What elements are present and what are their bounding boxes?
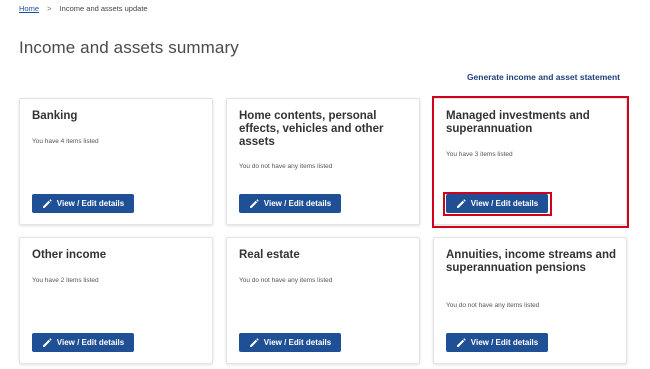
card-annuities: Annuities, income streams and superannua… [433,237,627,364]
card-title: Managed investments and superannuation [446,110,590,135]
button-label: View / Edit details [56,199,125,208]
card-status: You have 3 items listed [446,151,513,158]
generate-statement-link[interactable]: Generate income and asset statement [467,72,620,82]
view-edit-banking-button[interactable]: View / Edit details [32,194,134,213]
button-label: View / Edit details [56,338,125,347]
card-home-contents: Home contents, personal effects, vehicle… [226,98,420,225]
pencil-icon [42,198,52,208]
breadcrumb: Home > Income and assets update [19,4,148,13]
card-status: You do not have any items listed [446,302,540,309]
card-status: You do not have any items listed [239,163,333,170]
button-label: View / Edit details [470,338,539,347]
breadcrumb-current: Income and assets update [59,4,148,13]
card-banking: Banking You have 4 items listed View / E… [19,98,213,225]
card-managed-investments: Managed investments and superannuation Y… [433,98,627,225]
page-title: Income and assets summary [19,38,239,57]
pencil-icon [249,337,259,347]
card-title: Other income [32,249,107,261]
view-edit-home-contents-button[interactable]: View / Edit details [239,194,341,213]
breadcrumb-home-link[interactable]: Home [19,4,39,13]
button-label: View / Edit details [263,199,332,208]
view-edit-other-income-button[interactable]: View / Edit details [32,333,134,352]
card-title: Home contents, personal effects, vehicle… [239,110,384,148]
pencil-icon [249,198,259,208]
view-edit-managed-investments-button[interactable]: View / Edit details [446,194,548,213]
card-title: Banking [32,110,78,122]
card-status: You have 4 items listed [32,138,99,145]
card-status: You have 2 items listed [32,277,99,284]
button-label: View / Edit details [263,338,332,347]
card-title: Annuities, income streams and superannua… [446,249,616,274]
button-label: View / Edit details [470,199,539,208]
card-other-income: Other income You have 2 items listed Vie… [19,237,213,364]
card-real-estate: Real estate You do not have any items li… [226,237,420,364]
pencil-icon [42,337,52,347]
view-edit-real-estate-button[interactable]: View / Edit details [239,333,341,352]
pencil-icon [456,337,466,347]
pencil-icon [456,198,466,208]
card-title: Real estate [239,249,300,261]
view-edit-annuities-button[interactable]: View / Edit details [446,333,548,352]
breadcrumb-separator: > [47,4,52,13]
card-status: You do not have any items listed [239,277,333,284]
